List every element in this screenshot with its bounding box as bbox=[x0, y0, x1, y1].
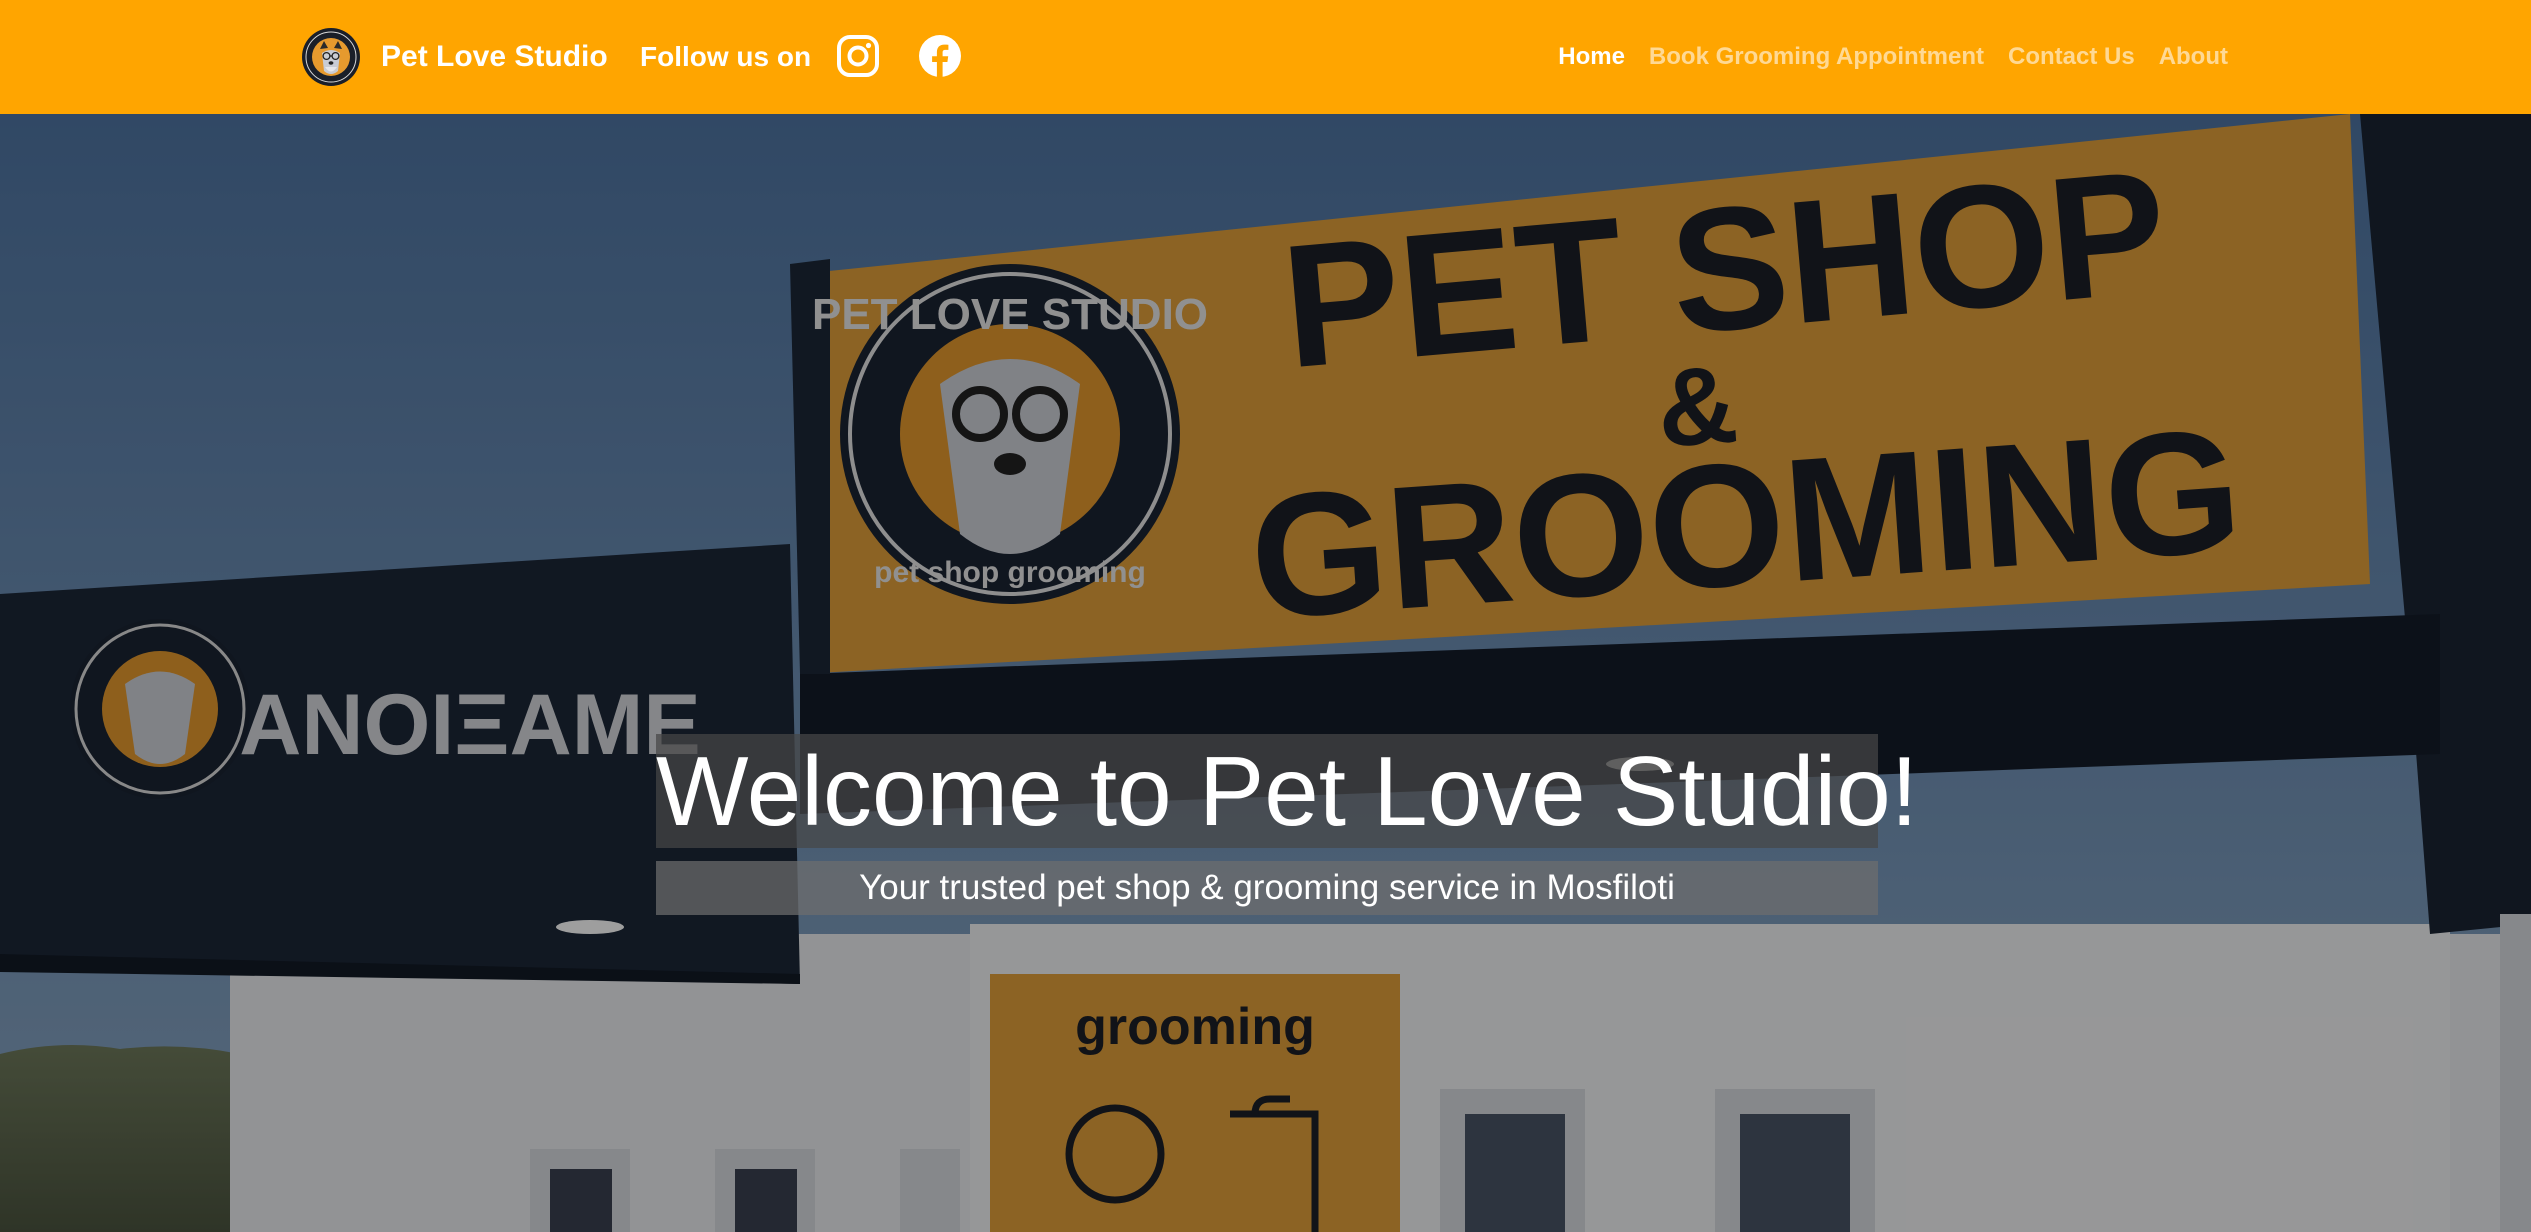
instagram-icon bbox=[837, 35, 879, 77]
hero-subheading: Your trusted pet shop & grooming service… bbox=[656, 861, 1878, 915]
nav-book-grooming-link[interactable]: Book Grooming Appointment bbox=[1649, 43, 1984, 71]
navbar: Pet Love Studio Follow us on Home Book G… bbox=[0, 0, 2531, 114]
nav-about-link[interactable]: About bbox=[2159, 43, 2228, 71]
hero-overlay bbox=[0, 114, 2531, 1232]
main-nav: Home Book Grooming Appointment Contact U… bbox=[1558, 34, 2228, 80]
instagram-link[interactable] bbox=[836, 34, 880, 78]
nav-contact-link[interactable]: Contact Us bbox=[2008, 43, 2135, 71]
brand-logo-icon[interactable] bbox=[301, 27, 361, 87]
facebook-icon bbox=[919, 35, 961, 77]
hero-heading: Welcome to Pet Love Studio! bbox=[656, 734, 1918, 848]
brand-name-link[interactable]: Pet Love Studio bbox=[381, 34, 608, 80]
nav-home-link[interactable]: Home bbox=[1558, 43, 1625, 71]
facebook-link[interactable] bbox=[918, 34, 962, 78]
hero-section: PET LOVE STUDIO pet shop grooming PET SH… bbox=[0, 114, 2531, 1232]
follow-us-text: Follow us on bbox=[640, 41, 812, 72]
